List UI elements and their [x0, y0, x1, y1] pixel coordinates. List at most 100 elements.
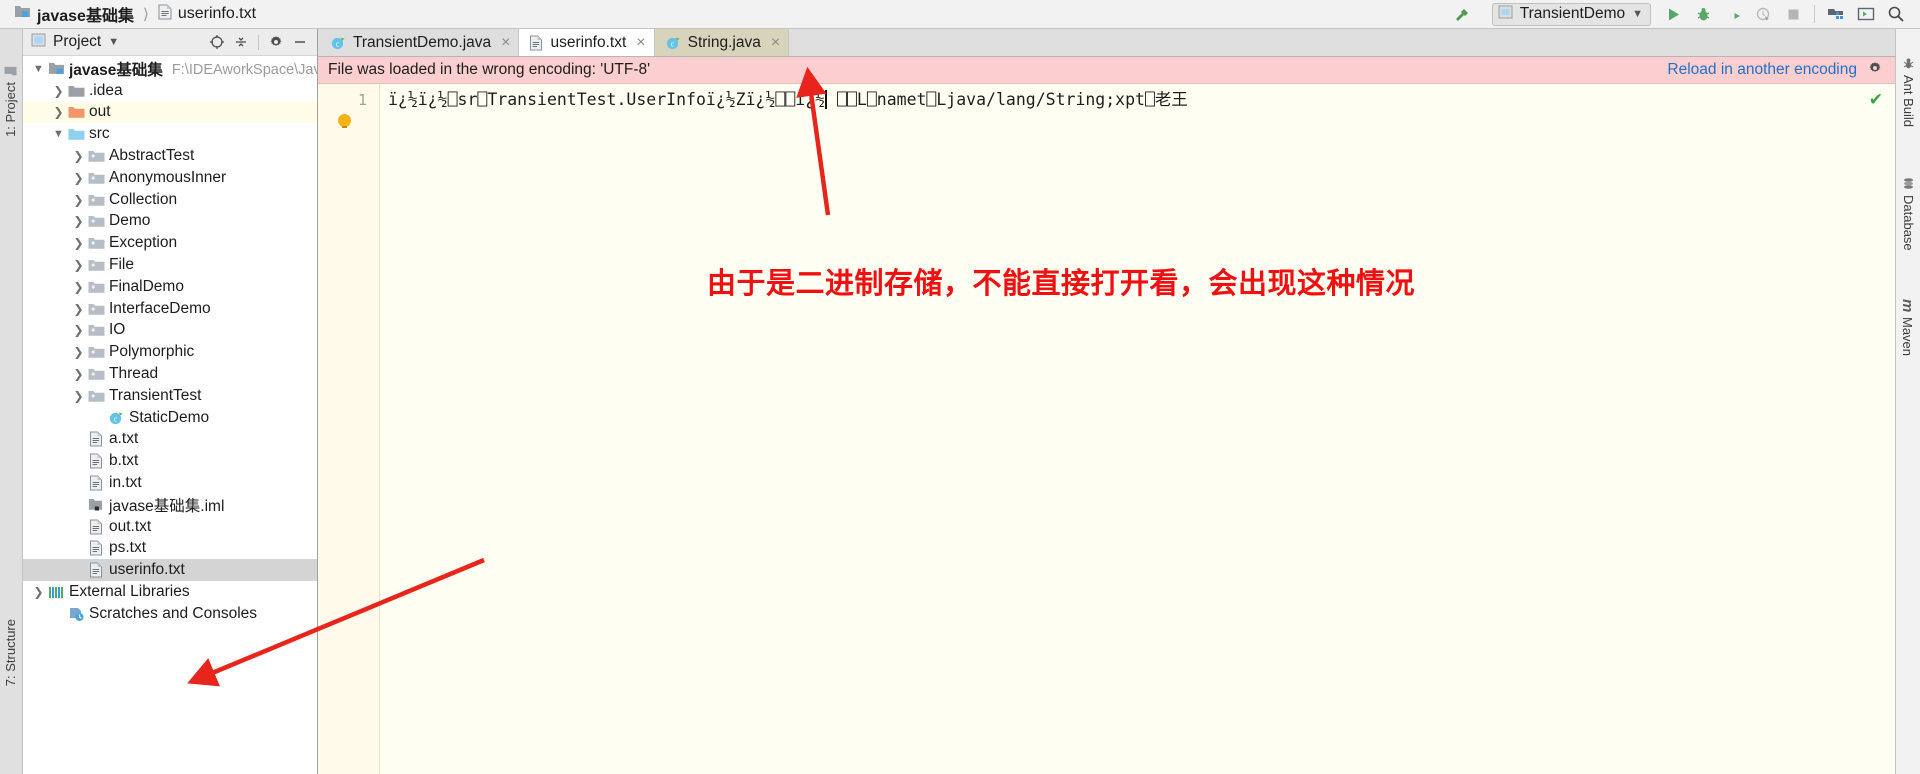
editor-tab-bar[interactable]: c TransientDemo.java × userinfo.txt × c String… [318, 29, 1895, 57]
module-icon [14, 4, 31, 24]
reload-in-another-encoding-link[interactable]: Reload in another encoding [1667, 61, 1857, 79]
gear-icon[interactable] [1867, 60, 1883, 81]
search-icon[interactable] [1882, 1, 1910, 27]
tree-node-finaldemo[interactable]: ❯ FinalDemo [23, 276, 317, 298]
code-pane[interactable]: ï¿½ï¿½⎕sr⎕TransientTest.UserInfoï¿½Zï¿½⎕… [380, 84, 1895, 774]
maven-icon: m [1899, 299, 1916, 313]
tree-node-out[interactable]: ❯ out [23, 101, 317, 124]
tree-node-staticdemo[interactable]: c StaticDemo [23, 407, 317, 429]
tree-node-collapsed-arrow-icon[interactable]: ❯ [71, 258, 86, 272]
tree-node-out-txt[interactable]: out.txt [23, 516, 317, 538]
tree-node-expanded-arrow-icon[interactable]: ▼ [51, 128, 66, 140]
editor-tab-transientdemo-java[interactable]: c TransientDemo.java × [320, 29, 520, 56]
editor-tab-string-java[interactable]: c String.java × [654, 29, 790, 56]
minimize-icon[interactable] [289, 31, 311, 53]
terminal-icon[interactable] [1852, 1, 1880, 27]
tree-node-thread[interactable]: ❯ Thread [23, 363, 317, 385]
hammer-icon[interactable] [1448, 1, 1476, 27]
tree-node-scratches-and-consoles[interactable]: Scratches and Consoles [23, 603, 317, 625]
breadcrumb-item-file[interactable]: userinfo.txt [158, 4, 256, 25]
tree-node-collapsed-arrow-icon[interactable]: ❯ [51, 105, 66, 119]
tree-node-external-libraries[interactable]: ❯ External Libraries [23, 581, 317, 603]
project-view-selector[interactable]: Project ▼ [31, 33, 119, 52]
project-folder-icon [3, 65, 18, 77]
stripe-project-label: 1: Project [3, 82, 18, 137]
tree-node-a-txt[interactable]: a.txt [23, 429, 317, 451]
collapse-all-icon[interactable] [230, 31, 252, 53]
tree-node-exception[interactable]: ❯ Exception [23, 232, 317, 254]
chevron-down-icon[interactable]: ▼ [1632, 8, 1643, 20]
tree-node-file[interactable]: ❯ File [23, 254, 317, 276]
tree-node-collapsed-arrow-icon[interactable]: ❯ [71, 171, 86, 185]
tree-node-b-txt[interactable]: b.txt [23, 450, 317, 472]
tree-node-in-txt[interactable]: in.txt [23, 472, 317, 494]
tree-node-transienttest[interactable]: ❯ TransientTest [23, 385, 317, 407]
tree-node-userinfo-txt[interactable]: userinfo.txt [23, 559, 317, 582]
navbar-toolbar: TransientDemo ▼ [1448, 1, 1920, 27]
gear-icon[interactable] [265, 31, 287, 53]
tree-node-anonymousinner[interactable]: ❯ AnonymousInner [23, 167, 317, 189]
tree-node-collapsed-arrow-icon[interactable]: ❯ [71, 345, 86, 359]
tree-node-collapsed-arrow-icon[interactable]: ❯ [51, 84, 66, 98]
tree-node-collapsed-arrow-icon[interactable]: ❯ [71, 236, 86, 250]
tree-node-collapsed-arrow-icon[interactable]: ❯ [71, 302, 86, 316]
tree-node-collection[interactable]: ❯ Collection [23, 189, 317, 211]
project-tree[interactable]: ▼ javase基础集 F:\IDEAworkSpace\JavaSE重 ❯ .idea… [23, 56, 317, 774]
chevron-down-icon[interactable]: ▼ [108, 36, 119, 48]
stripe-button-maven[interactable]: m Maven [1899, 299, 1916, 356]
intention-bulb-icon[interactable] [338, 114, 351, 128]
package-icon [86, 171, 106, 185]
toolbar-divider [1814, 5, 1815, 23]
stripe-button-structure[interactable]: 7: Structure [3, 619, 18, 686]
bug-icon[interactable] [1689, 1, 1717, 27]
tree-node-label: in.txt [109, 474, 142, 492]
tree-node-src[interactable]: ▼ src [23, 123, 317, 145]
tree-node-collapsed-arrow-icon[interactable]: ❯ [71, 280, 86, 294]
crosshair-icon[interactable] [206, 31, 228, 53]
tree-node-interfacedemo[interactable]: ❯ InterfaceDemo [23, 298, 317, 320]
editor-body[interactable]: 1 ï¿½ï¿½⎕sr⎕TransientTest.UserInfoï¿½Zï¿… [318, 84, 1895, 774]
tree-node-collapsed-arrow-icon[interactable]: ❯ [71, 149, 86, 163]
close-icon[interactable]: × [636, 34, 645, 52]
editor-gutter[interactable]: 1 [318, 84, 380, 774]
tree-node-polymorphic[interactable]: ❯ Polymorphic [23, 341, 317, 363]
inspection-status-badge[interactable]: ✔ [1869, 90, 1883, 110]
tree-node-abstracttest[interactable]: ❯ AbstractTest [23, 145, 317, 167]
breadcrumb: javase基础集 ⟩ userinfo.txt [0, 2, 256, 26]
close-icon[interactable]: × [771, 34, 780, 52]
tree-node-demo[interactable]: ❯ Demo [23, 211, 317, 233]
encoding-notification-bar: File was loaded in the wrong encoding: '… [318, 57, 1895, 84]
tree-node-ps-txt[interactable]: ps.txt [23, 538, 317, 560]
tree-node-label: TransientTest [109, 386, 202, 404]
tree-node-collapsed-arrow-icon[interactable]: ❯ [71, 214, 86, 228]
tree-node-io[interactable]: ❯ IO [23, 320, 317, 342]
stripe-button-project[interactable]: 1: Project [3, 65, 18, 137]
tree-node-expanded-arrow-icon[interactable]: ▼ [31, 63, 46, 75]
code-line-1[interactable]: ï¿½ï¿½⎕sr⎕TransientTest.UserInfoï¿½Zï¿½⎕… [380, 88, 1188, 111]
tree-node-javase[interactable]: ▼ javase基础集 F:\IDEAworkSpace\JavaSE重 [23, 58, 317, 80]
java-class-icon: c [665, 35, 681, 51]
stripe-button-ant-build[interactable]: Ant Build [1901, 57, 1916, 127]
editor-tab-userinfo-txt[interactable]: userinfo.txt × [519, 29, 655, 56]
coverage-icon[interactable] [1719, 1, 1747, 27]
tree-node-collapsed-arrow-icon[interactable]: ❯ [31, 585, 46, 599]
project-structure-icon[interactable] [1822, 1, 1850, 27]
svg-text:c: c [670, 39, 674, 48]
package-icon [86, 149, 106, 163]
tree-node-collapsed-arrow-icon[interactable]: ❯ [71, 367, 86, 381]
close-icon[interactable]: × [501, 34, 510, 52]
tree-node-idea[interactable]: ❯ .idea [23, 80, 317, 102]
stripe-button-database[interactable]: Database [1901, 177, 1916, 251]
tree-node-label: a.txt [109, 430, 139, 448]
editor-tab-label: String.java [687, 33, 761, 51]
run-configuration-selector[interactable]: TransientDemo ▼ [1491, 2, 1651, 26]
tree-node-label: StaticDemo [129, 408, 210, 426]
tree-node-javase-iml[interactable]: javase基础集.iml [23, 494, 317, 516]
play-icon[interactable] [1659, 1, 1687, 27]
breadcrumb-item-module[interactable]: javase基础集 [14, 2, 134, 26]
line-number: 1 [357, 91, 367, 109]
tree-node-collapsed-arrow-icon[interactable]: ❯ [71, 193, 86, 207]
tree-node-label: Collection [109, 190, 178, 208]
tree-node-collapsed-arrow-icon[interactable]: ❯ [71, 323, 86, 337]
tree-node-collapsed-arrow-icon[interactable]: ❯ [71, 389, 86, 403]
